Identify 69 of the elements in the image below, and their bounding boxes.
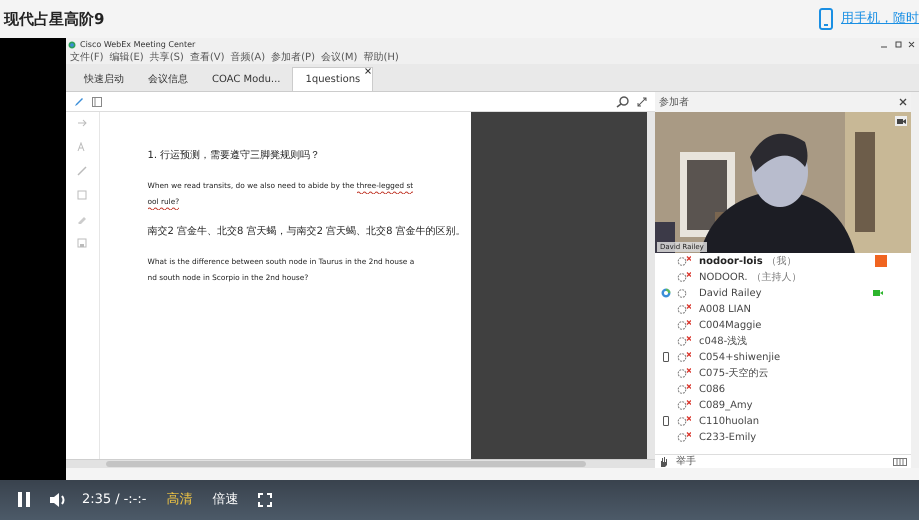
participant-row[interactable]: David Railey (655, 285, 911, 301)
participant-row[interactable]: C089_Amy (655, 397, 911, 413)
pen-icon[interactable] (74, 96, 84, 106)
arrow-icon[interactable] (77, 118, 88, 128)
participant-name: C110huolan (699, 414, 760, 428)
participant-row[interactable]: C075-天空的云 (655, 365, 911, 381)
phone-icon[interactable] (819, 8, 833, 30)
participant-name: C004Maggie (699, 318, 762, 332)
fullscreen-button[interactable] (258, 490, 272, 510)
close-tab-icon[interactable] (365, 68, 372, 74)
tab[interactable]: COAC Modu... (200, 68, 292, 91)
tab[interactable]: 会议信息 (136, 68, 200, 91)
participant-name: C233-Emily (699, 430, 756, 444)
participant-name: NODOOR. (699, 270, 748, 284)
menu-item[interactable]: 会议(M) (321, 51, 358, 64)
camera-icon[interactable] (895, 116, 907, 126)
close-icon[interactable] (899, 98, 907, 106)
participant-row[interactable]: C086 (655, 381, 911, 397)
duration: -:-:- (124, 491, 146, 510)
tab[interactable]: 1questions (292, 67, 374, 91)
menu-item[interactable]: 帮助(H) (363, 51, 399, 64)
scrollbar[interactable] (66, 459, 655, 468)
participant-name: C054+shiwenjie (699, 350, 780, 364)
participant-row[interactable]: A008 LIAN (655, 301, 911, 317)
page-title: 现代占星高阶9 (4, 8, 104, 30)
save-icon[interactable] (77, 238, 88, 248)
panel-title: 参加者 (659, 96, 689, 110)
participant-name: C075-天空的云 (699, 366, 769, 380)
menu-item[interactable]: 查看(V) (190, 51, 224, 64)
menu-item[interactable]: 音频(A) (230, 51, 266, 64)
menu-item[interactable]: 共享(S) (150, 51, 184, 64)
participant-row[interactable]: C110huolan (655, 413, 911, 429)
participant-row[interactable]: c048-浅浅 (655, 333, 911, 349)
menu-item[interactable]: 参加者(P) (271, 51, 315, 64)
scrollbar[interactable] (647, 112, 656, 459)
pause-button[interactable] (18, 490, 30, 510)
participant-row[interactable]: nodoor-lois （我） (655, 253, 911, 269)
participant-name: C089_Amy (699, 398, 753, 412)
participant-row[interactable]: C004Maggie (655, 317, 911, 333)
quality-button[interactable]: 高清 (166, 490, 192, 510)
participant-role: （主持人） (752, 270, 802, 284)
pencil-icon[interactable] (77, 166, 88, 176)
tab[interactable]: 快速启动 (72, 68, 136, 91)
grid-icon[interactable] (893, 458, 907, 466)
rectangle-icon[interactable] (77, 190, 88, 200)
participant-row[interactable]: C054+shiwenjie (655, 349, 911, 365)
menu-item[interactable]: 文件(F) (70, 51, 104, 64)
document-line: 1. 行运预测，需要遵守三脚凳规则吗？ (148, 148, 322, 163)
participant-name: C086 (699, 382, 726, 396)
participant-name: nodoor-lois (699, 254, 763, 268)
raise-hand-button[interactable]: 举手 (668, 454, 704, 469)
participant-role: （我） (766, 254, 797, 268)
participant-name: c048-浅浅 (699, 334, 748, 348)
hand-icon[interactable] (659, 456, 668, 466)
participant-row[interactable]: NODOOR. （主持人） (655, 269, 911, 285)
time-separator: / (115, 491, 120, 510)
window-title: Cisco WebEx Meeting Center (80, 38, 196, 50)
app-logo-icon (68, 40, 76, 48)
speed-button[interactable]: 倍速 (212, 490, 238, 510)
zoom-icon[interactable] (615, 96, 629, 108)
current-time: 2:35 (82, 491, 112, 510)
expand-icon[interactable] (637, 96, 647, 106)
participant-name: David Railey (699, 286, 762, 300)
panel-icon[interactable] (92, 96, 102, 106)
participant-name: A008 LIAN (699, 302, 751, 316)
participant-row[interactable]: C233-Emily (655, 429, 911, 445)
document-line: 南交2 宫金牛、北交8 宫天蝎，与南交2 宫天蝎、北交8 宫金牛的区别。 (148, 224, 467, 239)
text-tool-icon[interactable] (77, 142, 88, 152)
menu-item[interactable]: 编辑(E) (110, 51, 144, 64)
